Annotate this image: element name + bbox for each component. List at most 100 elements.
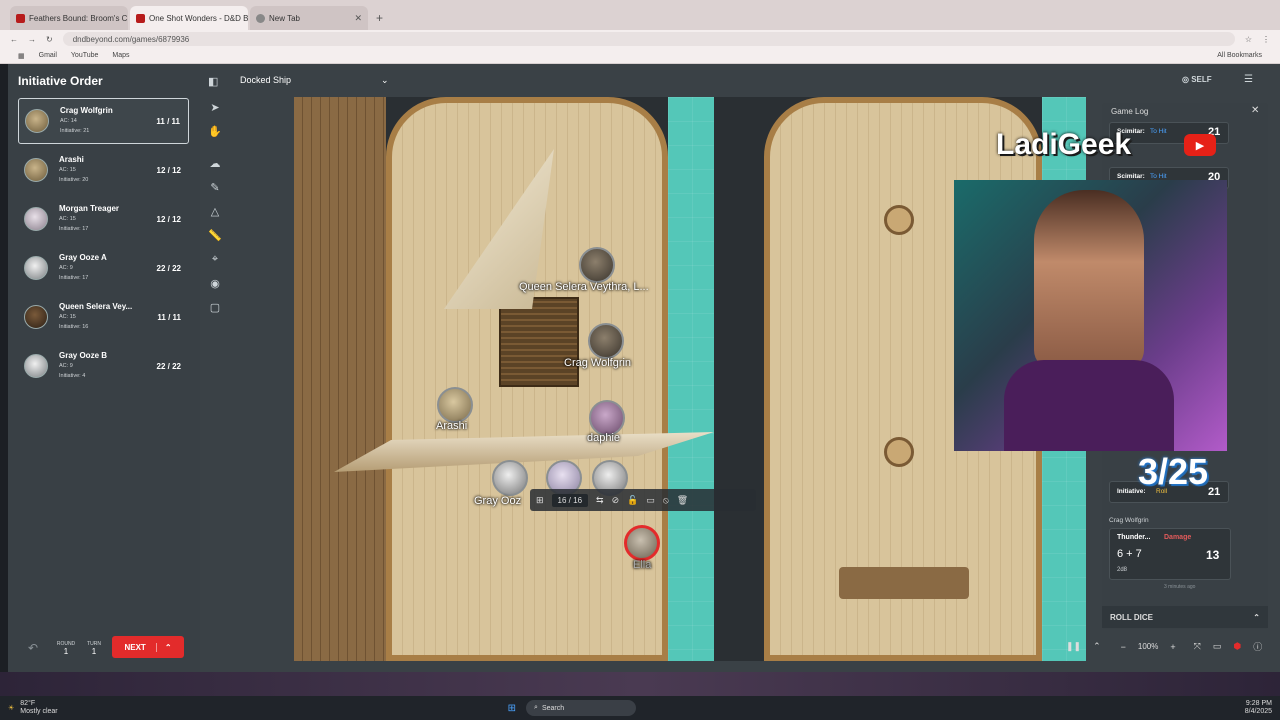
chevron-up-icon[interactable]: ⌃ — [155, 642, 172, 652]
all-bookmarks[interactable]: All Bookmarks — [1217, 52, 1262, 59]
star-icon[interactable]: ☆ — [1245, 35, 1252, 44]
map-toolbar: ➤ ✋ ☁ ✎ △ 📏 ⌖ ◉ ▢ — [200, 98, 230, 330]
token-label: Ella — [633, 559, 652, 571]
dice-icon[interactable]: ⬢ — [1233, 641, 1241, 652]
trash-icon[interactable]: 🗑 — [677, 495, 688, 506]
note-icon[interactable]: ▢ — [206, 298, 224, 316]
desktop-wallpaper — [0, 672, 1280, 696]
token-toolbar: ⊞ 16 / 16 ⇆ ⊘ 🔓 ▭ ⦸ 🗑 — [530, 489, 756, 511]
clock[interactable]: 9:28 PM 8/4/2025 — [1245, 700, 1272, 716]
select-tool-icon[interactable]: ➤ — [206, 98, 224, 116]
token-gray-ooze[interactable] — [492, 460, 528, 496]
pause-icon[interactable]: ❚❚ — [1066, 641, 1081, 652]
avatar — [24, 305, 48, 329]
reload-icon[interactable]: ↻ — [46, 35, 53, 44]
avatar — [25, 109, 49, 133]
shapes-icon[interactable]: △ — [206, 202, 224, 220]
round-counter: ROUND 1 — [56, 641, 76, 656]
initiative-card[interactable]: Morgan Treager AC: 15 Initiative: 17 12 / … — [18, 196, 189, 242]
browser-tab[interactable]: Feathers Bound: Broom's Character✕ — [10, 6, 128, 30]
menu-icon[interactable]: ☰ — [1244, 74, 1253, 85]
hp-field[interactable]: 16 / 16 — [551, 493, 589, 507]
browser-tab[interactable]: New Tab ✕ — [250, 6, 368, 30]
close-tab-icon[interactable]: ✕ — [354, 13, 362, 24]
map-controls: ❚❚ ⌃ − 100% + ⤧ ▭ ⬢ ⓘ — [1066, 640, 1262, 653]
sidebar-toggle-icon[interactable]: ◧ — [208, 75, 218, 88]
display-icon[interactable]: ▭ — [1213, 641, 1222, 652]
block-icon[interactable]: ⦸ — [663, 495, 669, 506]
taskbar-search[interactable]: ⌕ Search — [526, 700, 637, 716]
undo-icon[interactable]: ↶ — [28, 641, 38, 655]
hp-value: 12 / 12 — [156, 165, 181, 175]
draw-brush-icon[interactable]: ✎ — [206, 178, 224, 196]
zoom-in-icon[interactable]: + — [1170, 642, 1175, 652]
game-log-title: Game Log — [1111, 107, 1149, 116]
initiative-card[interactable]: Crag Wolfgrin AC: 14 Initiative: 21 11 / 1… — [18, 98, 189, 144]
hp-value: 11 / 11 — [157, 312, 181, 322]
token-ella[interactable] — [624, 525, 660, 561]
bookmark-youtube[interactable]: YouTube — [71, 52, 99, 59]
hp-value: 11 / 11 — [156, 116, 180, 126]
hp-value: 12 / 12 — [156, 214, 181, 224]
bookmark-gmail[interactable]: Gmail — [39, 52, 57, 59]
back-icon[interactable]: ← — [10, 35, 18, 44]
initiative-title: Initiative Order — [18, 74, 103, 88]
roll-dice-toggle[interactable]: ROLL DICE ⌃ — [1102, 606, 1268, 628]
forward-icon[interactable]: → — [28, 35, 36, 44]
hp-value: 22 / 22 — [156, 361, 181, 371]
cargo-grate — [499, 297, 579, 387]
unlock-icon[interactable]: 🔓 — [627, 495, 638, 506]
ping-target-icon[interactable]: ⌖ — [206, 250, 224, 268]
character-icon[interactable]: ◉ — [206, 274, 224, 292]
next-turn-button[interactable]: NEXT ⌃ — [112, 636, 184, 658]
token-arashi[interactable] — [437, 387, 473, 423]
chevron-up-icon: ⌃ — [1253, 612, 1260, 622]
address-bar-row: ← → ↻ dndbeyond.com/games/6879936 ☆ ⋮ — [0, 30, 1280, 48]
avatar — [24, 158, 48, 182]
token-crag-wolfgrin[interactable] — [588, 323, 624, 359]
new-tab-icon[interactable]: + — [376, 11, 383, 25]
eye-icon: ◎ — [1182, 75, 1192, 84]
streamer — [1034, 190, 1144, 370]
view-as-selector[interactable]: ◎ SELF — [1182, 75, 1212, 84]
browser-tab-active[interactable]: One Shot Wonders - D&D Beyond✕ — [130, 6, 248, 30]
heal-plus-icon[interactable]: ⊞ — [536, 495, 544, 506]
avatar — [24, 207, 48, 231]
windows-start-icon[interactable]: ⊞ — [508, 703, 516, 714]
info-icon[interactable]: ⓘ — [1253, 640, 1262, 653]
close-icon[interactable]: ✕ — [1251, 105, 1259, 116]
table — [839, 567, 969, 599]
token-queen-selera[interactable] — [579, 247, 615, 283]
move-icon[interactable]: ⇆ — [596, 495, 604, 506]
bookmark-maps[interactable]: Maps — [112, 52, 129, 59]
label-icon[interactable]: ▭ — [646, 495, 655, 506]
avatar — [24, 256, 48, 280]
porthole — [884, 437, 914, 467]
hide-icon[interactable]: ⊘ — [612, 495, 620, 506]
fit-screen-icon[interactable]: ⤧ — [1194, 641, 1201, 652]
fog-cloud-icon[interactable]: ☁ — [206, 154, 224, 172]
weather-widget[interactable]: 82°F Mostly clear — [20, 700, 57, 716]
initiative-card[interactable]: Gray Ooze A AC: 9 Initiative: 17 22 / 22 — [18, 245, 189, 291]
log-entry-damage: Thunder... Damage 6 + 7 2d8 13 — [1109, 528, 1231, 580]
hp-value: 22 / 22 — [156, 263, 181, 273]
ruler-icon[interactable]: 📏 — [206, 226, 224, 244]
webcam-feed — [954, 180, 1227, 451]
initiative-card[interactable]: Gray Ooze B AC: 9 Initiative: 4 22 / 22 — [18, 343, 189, 389]
initiative-card[interactable]: Queen Selera Vey... AC: 15 Initiative: 16 … — [18, 294, 189, 340]
scene-selector[interactable]: Docked Ship ⌄ — [240, 75, 389, 86]
zoom-level: 100% — [1137, 642, 1159, 651]
token-daphie[interactable] — [589, 400, 625, 436]
chevron-up-icon[interactable]: ⌃ — [1093, 641, 1101, 652]
url-field[interactable]: dndbeyond.com/games/6879936 — [62, 32, 1235, 46]
pan-hand-icon[interactable]: ✋ — [206, 122, 224, 140]
dndbeyond-favicon-icon — [16, 13, 25, 23]
zoom-out-icon[interactable]: − — [1121, 642, 1126, 652]
initiative-card[interactable]: Arashi AC: 15 Initiative: 20 12 / 12 — [18, 147, 189, 193]
menu-icon[interactable]: ⋮ — [1262, 35, 1270, 44]
porthole — [884, 205, 914, 235]
globe-icon — [256, 13, 265, 23]
apps-icon[interactable]: ▦ — [18, 52, 25, 60]
channel-name: LadiGeek — [996, 128, 1132, 161]
token-label: daphie — [587, 432, 621, 444]
